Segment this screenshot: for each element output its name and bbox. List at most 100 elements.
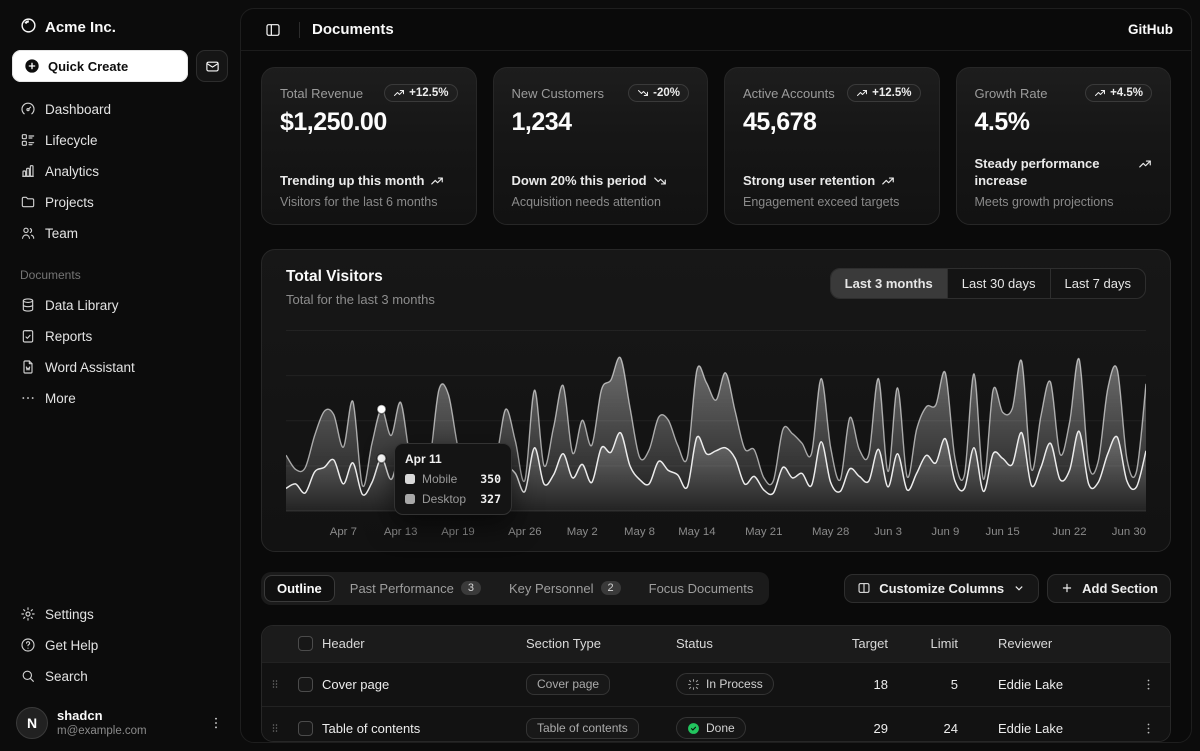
range-option-last-7-days[interactable]: Last 7 days (1050, 269, 1146, 298)
stat-value: 4.5% (975, 108, 1153, 137)
sidebar-item-get-help[interactable]: Get Help (12, 630, 228, 660)
table-row[interactable]: Cover pageCover pageIn Process185Eddie L… (262, 662, 1170, 706)
stat-label: Total Revenue (280, 84, 363, 101)
trend-badge: +12.5% (384, 84, 457, 102)
tab-count-badge: 3 (461, 581, 481, 595)
sidebar-item-label: Team (45, 226, 78, 241)
sidebar-item-settings[interactable]: Settings (12, 599, 228, 629)
topbar: Documents GitHub (241, 9, 1191, 51)
trend-down-icon (653, 173, 667, 188)
trend-badge: -20% (628, 84, 689, 102)
row-header-cell[interactable]: Cover page (322, 677, 526, 692)
add-section-button[interactable]: Add Section (1047, 574, 1171, 603)
row-checkbox[interactable] (298, 721, 313, 736)
tab-count-badge: 2 (601, 581, 621, 595)
row-checkbox[interactable] (298, 677, 313, 692)
sidebar-item-data-library[interactable]: Data Library (12, 290, 228, 320)
section-type-badge: Table of contents (526, 718, 639, 739)
row-menu-button[interactable] (1126, 677, 1170, 692)
sidebar-item-team[interactable]: Team (12, 218, 228, 248)
sidebar-item-reports[interactable]: Reports (12, 321, 228, 351)
word-file-icon (20, 359, 36, 375)
plus-icon (1060, 581, 1074, 595)
sidebar-item-word-assistant[interactable]: Word Assistant (12, 352, 228, 382)
area-chart[interactable]: Apr 7Apr 13Apr 19Apr 26May 2May 8May 14M… (286, 323, 1146, 551)
tab-outline[interactable]: Outline (264, 575, 335, 602)
tab-past-performance[interactable]: Past Performance3 (337, 575, 494, 602)
stat-label: Growth Rate (975, 84, 1048, 101)
sidebar-main-nav: DashboardLifecycle Analytics Projects Team (12, 94, 228, 248)
col-reviewer: Reviewer (976, 636, 1126, 651)
brand-name: Acme Inc. (45, 19, 116, 36)
tab-focus-documents[interactable]: Focus Documents (636, 575, 767, 602)
series-swatch (405, 474, 415, 484)
svg-text:May 21: May 21 (745, 526, 782, 538)
reviewer-cell[interactable]: Eddie Lake (976, 677, 1126, 692)
svg-text:Apr 7: Apr 7 (330, 526, 357, 538)
brand[interactable]: Acme Inc. (12, 10, 228, 44)
limit-cell[interactable]: 5 (906, 677, 976, 692)
stat-value: $1,250.00 (280, 108, 458, 137)
limit-cell[interactable]: 24 (906, 721, 976, 736)
row-header-cell[interactable]: Table of contents (322, 721, 526, 736)
tabs-row: OutlinePast Performance3Key Personnel2Fo… (261, 572, 1171, 605)
svg-text:Apr 19: Apr 19 (441, 526, 475, 538)
main-panel: Documents GitHub Total Revenue +12.5% $1,2… (240, 8, 1192, 743)
svg-text:May 14: May 14 (678, 526, 716, 538)
chart-tooltip: Apr 11Mobile350Desktop327 (394, 443, 512, 515)
svg-text:May 2: May 2 (567, 526, 598, 538)
target-cell[interactable]: 18 (826, 677, 906, 692)
sidebar-section-label: Documents (20, 268, 220, 282)
section-type-badge: Cover page (526, 674, 610, 695)
stat-footer-desc: Visitors for the last 6 months (280, 194, 458, 210)
series-swatch (405, 494, 415, 504)
sidebar-item-label: Word Assistant (45, 360, 135, 375)
avatar: N (16, 707, 48, 739)
user-menu[interactable]: N shadcn m@example.com (12, 701, 228, 739)
row-menu-button[interactable] (1126, 721, 1170, 736)
check-circle-icon (687, 722, 700, 735)
team-icon (20, 225, 36, 241)
loader-icon (687, 678, 700, 691)
sidebar-toggle-button[interactable] (259, 16, 287, 44)
sidebar-item-lifecycle[interactable]: Lifecycle (12, 125, 228, 155)
sidebar-item-dashboard[interactable]: Dashboard (12, 94, 228, 124)
stat-label: Active Accounts (743, 84, 835, 101)
tab-key-personnel[interactable]: Key Personnel2 (496, 575, 634, 602)
active-dot-mobile (377, 454, 386, 463)
quick-create-row: Quick Create (12, 50, 228, 82)
svg-text:Jun 9: Jun 9 (931, 526, 959, 538)
range-option-last-3-months[interactable]: Last 3 months (831, 269, 947, 298)
content: Total Revenue+12.5%$1,250.00Trending up … (241, 51, 1191, 742)
target-cell[interactable]: 29 (826, 721, 906, 736)
report-icon (20, 328, 36, 344)
svg-text:Jun 30: Jun 30 (1112, 526, 1146, 538)
trend-up-icon (881, 173, 895, 188)
sidebar-item-label: Data Library (45, 298, 119, 313)
reviewer-cell[interactable]: Eddie Lake (976, 721, 1126, 736)
sidebar-item-projects[interactable]: Projects (12, 187, 228, 217)
inbox-button[interactable] (196, 50, 228, 82)
sidebar-item-more[interactable]: More (12, 383, 228, 413)
drag-handle[interactable] (262, 721, 288, 735)
sidebar-item-search[interactable]: Search (12, 661, 228, 691)
table-row[interactable]: Table of contentsTable of contentsDone29… (262, 706, 1170, 742)
github-link[interactable]: GitHub (1128, 22, 1173, 37)
customize-columns-button[interactable]: Customize Columns (844, 574, 1039, 603)
col-header: Header (322, 636, 526, 651)
drag-handle[interactable] (262, 677, 288, 691)
acme-logo-icon (20, 17, 37, 38)
database-icon (20, 297, 36, 313)
trend-up-icon (393, 87, 405, 99)
quick-create-button[interactable]: Quick Create (12, 50, 188, 82)
range-option-last-30-days[interactable]: Last 30 days (947, 269, 1050, 298)
stat-footer-title: Steady performance increase (975, 156, 1153, 190)
sidebar-item-label: Analytics (45, 164, 99, 179)
select-all-checkbox[interactable] (298, 636, 313, 651)
sidebar-item-analytics[interactable]: Analytics (12, 156, 228, 186)
svg-text:May 8: May 8 (624, 526, 655, 538)
sidebar-item-label: Get Help (45, 638, 98, 653)
tooltip-row: Mobile350 (405, 472, 501, 486)
stat-footer-desc: Acquisition needs attention (512, 194, 690, 210)
trend-badge: +12.5% (847, 84, 920, 102)
